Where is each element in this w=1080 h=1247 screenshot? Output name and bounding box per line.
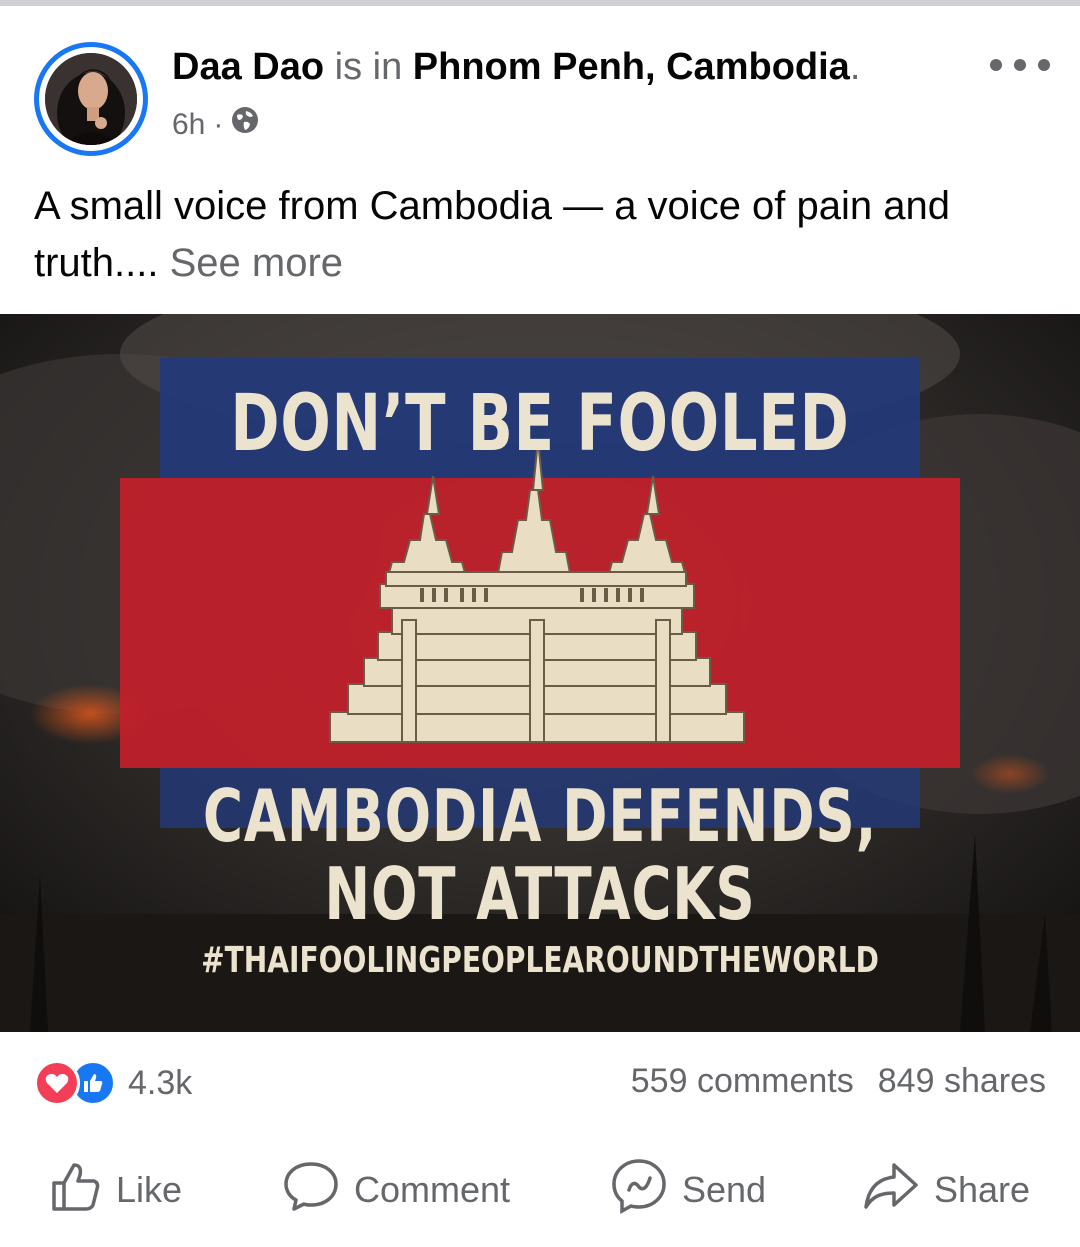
post-header: Daa Dao is in Phnom Penh, Cambodia. 6h · xyxy=(0,6,1080,156)
comment-bubble-icon xyxy=(282,1159,340,1222)
author-line: Daa Dao is in Phnom Penh, Cambodia. xyxy=(172,44,860,90)
like-button[interactable]: Like xyxy=(48,1150,182,1230)
see-more-link[interactable]: See more xyxy=(170,241,343,285)
share-button[interactable]: Share xyxy=(862,1150,1030,1230)
reactions-count: 4.3k xyxy=(128,1063,193,1102)
comments-count[interactable]: 559 comments xyxy=(631,1062,854,1101)
meta-separator: · xyxy=(213,107,224,141)
image-subline-1: CAMBODIA DEFENDS, xyxy=(202,774,878,858)
share-arrow-icon xyxy=(862,1159,920,1222)
shares-count[interactable]: 849 shares xyxy=(878,1062,1046,1101)
engagement-stats: 559 comments 849 shares xyxy=(631,1062,1046,1101)
comment-label: Comment xyxy=(354,1169,511,1210)
share-label: Share xyxy=(934,1169,1031,1210)
post-caption: A small voice from Cambodia — a voice of… xyxy=(34,178,1044,292)
author-name[interactable]: Daa Dao xyxy=(172,46,324,88)
send-button[interactable]: Send xyxy=(610,1150,766,1230)
globe-icon xyxy=(231,106,259,143)
love-reaction-icon xyxy=(34,1060,80,1106)
dot-icon xyxy=(1038,59,1050,71)
avatar-image xyxy=(45,53,137,145)
is-in-label: is in xyxy=(334,46,403,88)
action-bar: Like Comment Send Share xyxy=(0,1150,1080,1230)
thumbs-up-icon xyxy=(48,1159,102,1222)
location-link[interactable]: Phnom Penh, Cambodia xyxy=(413,46,850,88)
post-time[interactable]: 6h xyxy=(172,107,205,143)
more-options-button[interactable] xyxy=(990,50,1050,80)
comment-button[interactable]: Comment xyxy=(282,1150,510,1230)
image-hashtag: #THAIFOOLINGPEOPLEAROUNDTHEWORLD xyxy=(201,940,879,981)
messenger-icon xyxy=(610,1157,668,1224)
send-label: Send xyxy=(682,1169,767,1210)
like-label: Like xyxy=(116,1169,183,1210)
post-meta: 6h · xyxy=(172,106,259,143)
image-headline: DON’T BE FOOLED xyxy=(230,379,850,469)
reactions-summary[interactable]: 4.3k xyxy=(34,1060,192,1106)
image-subline-2: NOT ATTACKS xyxy=(324,852,756,936)
dot-icon xyxy=(1014,59,1026,71)
author-avatar[interactable] xyxy=(34,42,148,156)
dot-icon xyxy=(990,59,1002,71)
location-suffix: . xyxy=(849,46,861,88)
